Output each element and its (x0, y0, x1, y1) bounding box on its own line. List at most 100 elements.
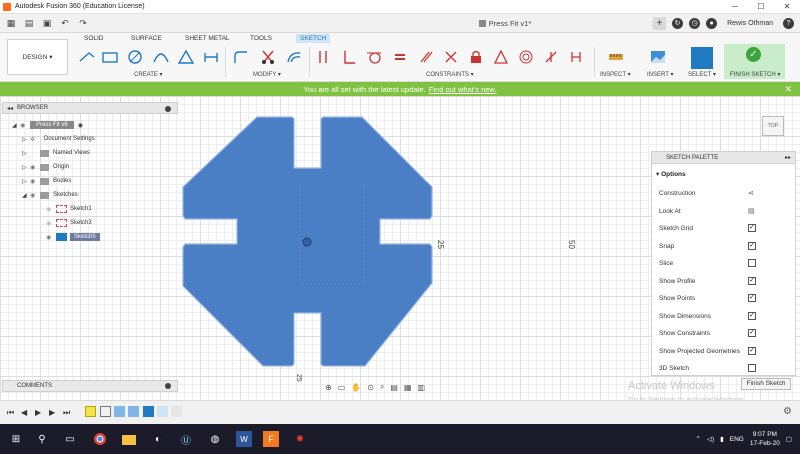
timeline-end-icon[interactable]: ⏭ (63, 408, 70, 418)
palette-option-checkbox[interactable] (748, 364, 756, 372)
chrome-icon[interactable] (92, 431, 108, 447)
palette-option-checkbox[interactable]: ✓ (748, 276, 756, 285)
extensions-icon[interactable]: ↻ (672, 18, 684, 29)
measure-tool-icon[interactable] (607, 48, 625, 66)
sidebar-item-bodies[interactable]: ▷ ◉ Bodies (22, 175, 71, 187)
curvature-constraint-icon[interactable] (567, 48, 585, 66)
document-tab[interactable]: Press Fit v1* × (345, 14, 665, 33)
app-icon[interactable]: ◍ (207, 431, 223, 447)
notifications-icon[interactable]: ● (706, 18, 718, 29)
search-icon[interactable]: ⚲ (34, 431, 50, 447)
expand-panel-icon[interactable]: ▸▸ (785, 152, 791, 164)
expand-arrow-icon[interactable]: ▷ (22, 178, 30, 185)
symmetry-constraint-icon[interactable] (542, 48, 560, 66)
visibility-eye-icon[interactable]: ◉ (46, 206, 56, 213)
whats-new-link[interactable]: Find out what's new. (429, 85, 497, 94)
language-indicator[interactable]: ENG (730, 436, 744, 443)
timeline-feature[interactable] (171, 406, 182, 417)
finish-group-label[interactable]: FINISH SKETCH ▾ (730, 71, 780, 78)
palette-option-checkbox[interactable]: ✓ (748, 346, 756, 355)
timeline-start-icon[interactable]: ⏮ (7, 408, 14, 418)
options-section-toggle[interactable]: ▾ Options (656, 170, 686, 178)
grid-settings-icon[interactable]: ▦ (404, 383, 412, 392)
app-icon[interactable]: Ⓤ (178, 431, 194, 447)
task-view-icon[interactable]: ▭ (62, 431, 78, 447)
visibility-eye-icon[interactable]: ◉ (30, 178, 40, 185)
create-group-label[interactable]: CREATE ▾ (134, 71, 163, 78)
timeline-sketch-feature[interactable] (100, 406, 111, 417)
viewports-icon[interactable]: ▥ (418, 383, 426, 392)
tab-tools[interactable]: TOOLS (250, 35, 272, 42)
concentric-constraint-icon[interactable] (517, 48, 535, 66)
tab-sheet-metal[interactable]: SHEET METAL (185, 35, 230, 42)
equal-constraint-icon[interactable] (391, 48, 409, 66)
browser-root[interactable]: ◢ ◉ Press Fit v6 ◉ (12, 119, 83, 131)
banner-close-icon[interactable]: ✕ (784, 84, 792, 95)
timeline-extrude-feature[interactable] (114, 406, 125, 417)
visibility-eye-icon[interactable]: ◉ (46, 234, 56, 241)
help-icon[interactable]: ? (783, 18, 794, 29)
parallel-constraint-icon[interactable] (417, 48, 435, 66)
palette-option-checkbox[interactable]: ✓ (748, 224, 756, 232)
sketch-item-5[interactable]: ◉ Sketch5 (46, 231, 100, 243)
volume-icon[interactable]: ◁) (707, 435, 714, 443)
perpendicular-constraint-icon[interactable] (340, 48, 358, 66)
visibility-eye-icon[interactable]: ◉ (30, 164, 40, 171)
line-tool-icon[interactable] (78, 48, 96, 66)
browser-header[interactable]: ◂◂ BROWSER (2, 102, 178, 114)
comments-panel[interactable]: COMMENTS (2, 380, 178, 392)
notification-center-icon[interactable]: ▢ (786, 435, 792, 443)
sidebar-item-document-settings[interactable]: ▷ ✲ Document Settings (22, 133, 95, 145)
fusion-360-icon[interactable]: F (263, 431, 279, 447)
timeline-next-icon[interactable]: ▶ (49, 408, 55, 417)
sketch-item-1[interactable]: ◉ Sketch1 (46, 203, 92, 215)
viewcube[interactable]: TOP (762, 116, 784, 136)
timeline-prev-icon[interactable]: ◀ (21, 408, 27, 417)
app-icon[interactable]: ◐ (150, 431, 166, 447)
app-icon[interactable]: ✸ (292, 431, 308, 447)
look-at-icon[interactable]: ▭ (338, 383, 346, 392)
rectangle-tool-icon[interactable] (101, 48, 119, 66)
dimension-label-25[interactable]: 25 (436, 240, 445, 249)
offset-tool-icon[interactable] (285, 48, 303, 66)
maximize-button[interactable]: ☐ (748, 0, 774, 14)
clock[interactable]: 9:07 PM 17-Feb-20 (750, 430, 780, 448)
pan-hand-icon[interactable]: ✋ (351, 383, 361, 392)
palette-option-checkbox[interactable] (748, 259, 756, 267)
file-explorer-icon[interactable] (121, 431, 137, 447)
redo-icon[interactable]: ↷ (76, 17, 90, 29)
palette-option-checkbox[interactable]: ✓ (748, 311, 756, 320)
sketch-item-3[interactable]: ◉ Sketch3 (46, 217, 92, 229)
origin-point[interactable] (302, 237, 312, 247)
expand-arrow-icon[interactable]: ▷ (22, 136, 30, 143)
palette-option-checkbox[interactable]: ✓ (748, 329, 756, 337)
fix-constraint-icon[interactable] (467, 48, 485, 66)
network-icon[interactable]: ▮ (720, 435, 724, 443)
coincident-constraint-icon[interactable] (314, 48, 332, 66)
tab-solid[interactable]: SOLID (84, 35, 104, 42)
fit-icon[interactable]: ⌕ (380, 382, 384, 392)
timeline-play-icon[interactable]: ▶ (35, 408, 41, 417)
select-group-label[interactable]: SELECT ▾ (688, 71, 716, 78)
start-button-icon[interactable]: ⊞ (8, 431, 24, 447)
save-icon[interactable]: ▣ (40, 17, 54, 29)
trim-tool-icon[interactable] (259, 48, 277, 66)
visibility-eye-icon[interactable]: ◉ (20, 122, 30, 129)
inspect-group-label[interactable]: INSPECT ▾ (600, 71, 631, 78)
sidebar-item-sketches[interactable]: ◢ ◉ Sketches (22, 189, 78, 201)
new-tab-button[interactable]: + (653, 17, 667, 30)
file-menu-icon[interactable]: ▤ (22, 17, 36, 29)
show-hidden-icons-icon[interactable]: ⌃ (696, 435, 701, 443)
palette-option-checkbox[interactable]: ✓ (748, 241, 756, 250)
palette-header[interactable]: SKETCH PALETTE ▸▸ (652, 152, 795, 164)
user-name[interactable]: Rewis Othman (727, 20, 773, 27)
circle-tool-icon[interactable] (126, 48, 144, 66)
expand-arrow-icon[interactable]: ▷ (22, 150, 30, 157)
activate-radio-icon[interactable]: ◉ (78, 122, 83, 129)
arc-tool-icon[interactable] (152, 48, 170, 66)
palette-option-checkbox[interactable]: ✓ (748, 294, 756, 302)
gear-icon[interactable]: ⚙ (783, 406, 792, 417)
minimize-button[interactable]: ─ (722, 0, 748, 14)
insert-group-label[interactable]: INSERT ▾ (647, 71, 673, 78)
pin-icon[interactable] (165, 106, 171, 112)
